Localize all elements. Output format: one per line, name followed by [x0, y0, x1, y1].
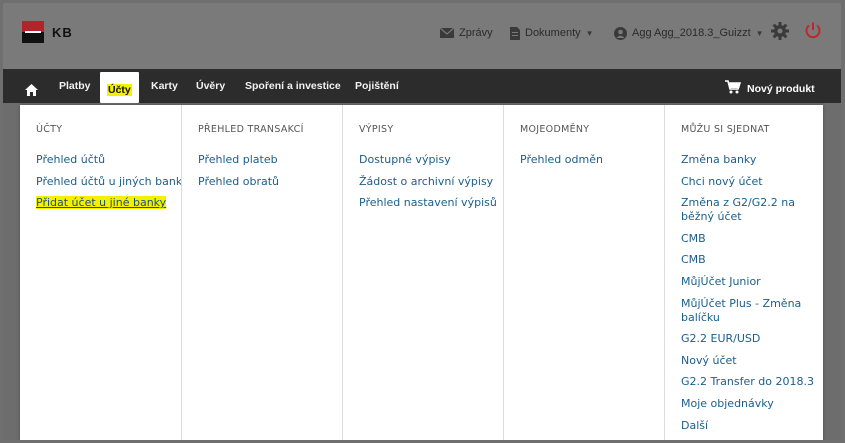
column-heading: ÚČTY: [36, 124, 63, 135]
new-product-label: Nový produkt: [747, 82, 815, 95]
link-prehled-nastaveni-vypisu[interactable]: Přehled nastavení výpisů: [359, 196, 497, 210]
link-mujucet-junior[interactable]: MůjÚčet Junior: [681, 275, 821, 289]
chevron-down-icon: ▼: [755, 28, 764, 38]
link-zmena-g2-bezny-ucet[interactable]: Změna z G2/G2.2 na běžný účet: [681, 196, 821, 224]
app-window: KB Zprávy Dokumenty ▼ Agg Agg_2018.3_Gui…: [3, 3, 841, 440]
user-icon: [614, 26, 627, 40]
link-mujucet-plus-zmena-balicku[interactable]: MůjÚčet Plus - Změna balíčku: [681, 297, 821, 325]
nav-item-uvery[interactable]: Úvěry: [196, 69, 225, 103]
link-moje-objednavky[interactable]: Moje objednávky: [681, 397, 821, 411]
main-nav: Platby Účty Karty Úvěry Spoření a invest…: [3, 69, 841, 103]
column-heading: MŮŽU SI SJEDNAT: [681, 124, 770, 135]
column-heading: MOJEODMĚNY: [520, 124, 590, 135]
column-heading: VÝPISY: [359, 124, 394, 135]
link-cmb-2[interactable]: CMB: [681, 253, 821, 267]
link-novy-ucet[interactable]: Nový účet: [681, 354, 821, 368]
kb-logo[interactable]: KB: [22, 21, 73, 43]
accounts-mega-menu: ÚČTY Přehled účtů Přehled účtů u jiných …: [20, 105, 823, 440]
link-cmb[interactable]: CMB: [681, 232, 821, 246]
nav-item-platby[interactable]: Platby: [59, 69, 91, 103]
link-pridat-ucet-label: Přidat účet u jiné banky: [36, 196, 167, 210]
nav-item-ucty[interactable]: Účty: [100, 72, 139, 103]
link-prehled-obratu[interactable]: Přehled obratů: [198, 175, 279, 189]
user-menu[interactable]: Agg Agg_2018.3_Guizzt ▼: [614, 24, 764, 42]
menu-column-ucty: ÚČTY Přehled účtů Přehled účtů u jiných …: [20, 105, 182, 440]
link-prehled-uctu[interactable]: Přehled účtů: [36, 153, 182, 167]
chevron-down-icon: ▼: [585, 28, 594, 38]
link-chci-novy-ucet[interactable]: Chci nový účet: [681, 175, 821, 189]
documents-menu[interactable]: Dokumenty ▼: [510, 24, 594, 42]
nav-item-ucty-label: Účty: [107, 84, 132, 96]
menu-column-mojeodmeny: MOJEODMĚNY Přehled odměn: [503, 105, 664, 440]
link-g22-eur-usd[interactable]: G2.2 EUR/USD: [681, 332, 821, 346]
link-g22-transfer[interactable]: G2.2 Transfer do 2018.3: [681, 375, 821, 389]
messages-link[interactable]: Zprávy: [440, 24, 493, 42]
nav-item-sporeni[interactable]: Spoření a investice: [245, 69, 341, 103]
link-zadost-archivni-vypisy[interactable]: Žádost o archivní výpisy: [359, 175, 497, 189]
link-dostupne-vypisy[interactable]: Dostupné výpisy: [359, 153, 497, 167]
envelope-icon: [440, 28, 454, 38]
power-icon[interactable]: [804, 21, 822, 43]
cart-icon: [725, 79, 742, 98]
link-prehled-uctu-jinych-bank[interactable]: Přehled účtů u jiných bank: [36, 175, 182, 189]
kb-logo-mark: [22, 21, 44, 43]
column-heading: PŘEHLED TRANSAKCÍ: [198, 124, 304, 135]
link-prehled-plateb[interactable]: Přehled plateb: [198, 153, 279, 167]
link-pridat-ucet-jine-banky[interactable]: Přidat účet u jiné banky: [36, 196, 182, 210]
new-product-button[interactable]: Nový produkt: [725, 79, 815, 98]
user-name: Agg Agg_2018.3_Guizzt: [632, 27, 751, 39]
nav-item-karty[interactable]: Karty: [151, 69, 178, 103]
link-prehled-odmen[interactable]: Přehled odměn: [520, 153, 603, 167]
document-icon: [510, 26, 520, 40]
gear-icon[interactable]: [771, 22, 789, 44]
kb-logo-text: KB: [52, 24, 73, 40]
top-header: KB Zprávy Dokumenty ▼ Agg Agg_2018.3_Gui…: [3, 3, 841, 69]
link-zmena-banky[interactable]: Změna banky: [681, 153, 821, 167]
nav-item-pojisteni[interactable]: Pojištění: [355, 69, 399, 103]
documents-label: Dokumenty: [525, 27, 581, 39]
link-dalsi[interactable]: Další: [681, 419, 821, 433]
menu-column-prehled-transakci: PŘEHLED TRANSAKCÍ Přehled plateb Přehled…: [181, 105, 342, 440]
home-icon[interactable]: [25, 81, 38, 100]
menu-column-muzu-si-sjednat: MŮŽU SI SJEDNAT Změna banky Chci nový úč…: [664, 105, 824, 440]
menu-column-vypisy: VÝPISY Dostupné výpisy Žádost o archivní…: [342, 105, 503, 440]
messages-label: Zprávy: [459, 27, 493, 39]
